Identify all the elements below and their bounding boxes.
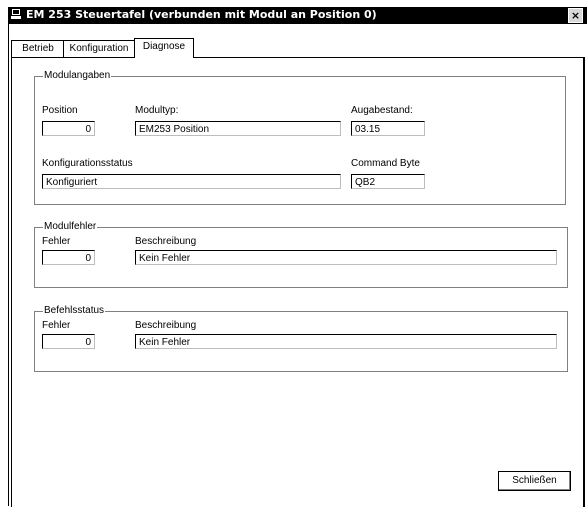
app-icon [11,9,21,19]
konfigurationsstatus-label: Konfigurationsstatus [42,158,133,169]
window-title: EM 253 Steuertafel (verbunden mit Modul … [26,8,377,21]
position-field[interactable]: 0 [42,121,95,136]
modultyp-field[interactable]: EM253 Position [135,121,341,136]
modulfehler-beschreibung-field[interactable]: Kein Fehler [135,250,557,265]
befehlsstatus-beschreibung-field[interactable]: Kein Fehler [135,334,557,349]
tab-diagnose[interactable]: Diagnose [134,38,194,58]
beschreibung-label: Beschreibung [135,236,197,247]
konfigurationsstatus-field[interactable]: Konfiguriert [42,174,341,189]
close-icon[interactable]: × [568,8,583,23]
group-label: Befehlsstatus [43,305,106,316]
group-modulfehler: Modulfehler Fehler 0 Beschreibung Kein F… [34,221,568,288]
ausgabestand-label: Augabestand: [351,105,413,116]
befehlsstatus-fehler-field[interactable]: 0 [42,334,95,349]
tab-konfiguration[interactable]: Konfiguration [63,40,135,58]
close-button[interactable]: Schließen [498,471,571,491]
window-border [8,24,9,506]
title-bar: EM 253 Steuertafel (verbunden mit Modul … [8,7,587,24]
beschreibung-label: Beschreibung [135,320,197,331]
command-byte-label: Command Byte [351,158,420,169]
group-modulangaben: Modulangaben Position 0 Modultyp: EM253 … [34,70,566,205]
modulfehler-fehler-field[interactable]: 0 [42,250,95,265]
ausgabestand-field[interactable]: 03.15 [351,121,425,136]
position-label: Position [42,105,78,116]
fehler-label: Fehler [42,236,71,247]
dialog-window: EM 253 Steuertafel (verbunden mit Modul … [0,0,587,507]
group-label: Modulangaben [43,70,112,81]
group-befehlsstatus: Befehlsstatus Fehler 0 Beschreibung Kein… [34,305,568,372]
command-byte-field[interactable]: QB2 [351,174,425,189]
group-label: Modulfehler [43,221,98,232]
fehler-label: Fehler [42,320,71,331]
tab-panel-diagnose: Modulangaben Position 0 Modultyp: EM253 … [11,57,585,507]
tab-betrieb[interactable]: Betrieb [11,40,65,58]
modultyp-label: Modultyp: [135,105,179,116]
